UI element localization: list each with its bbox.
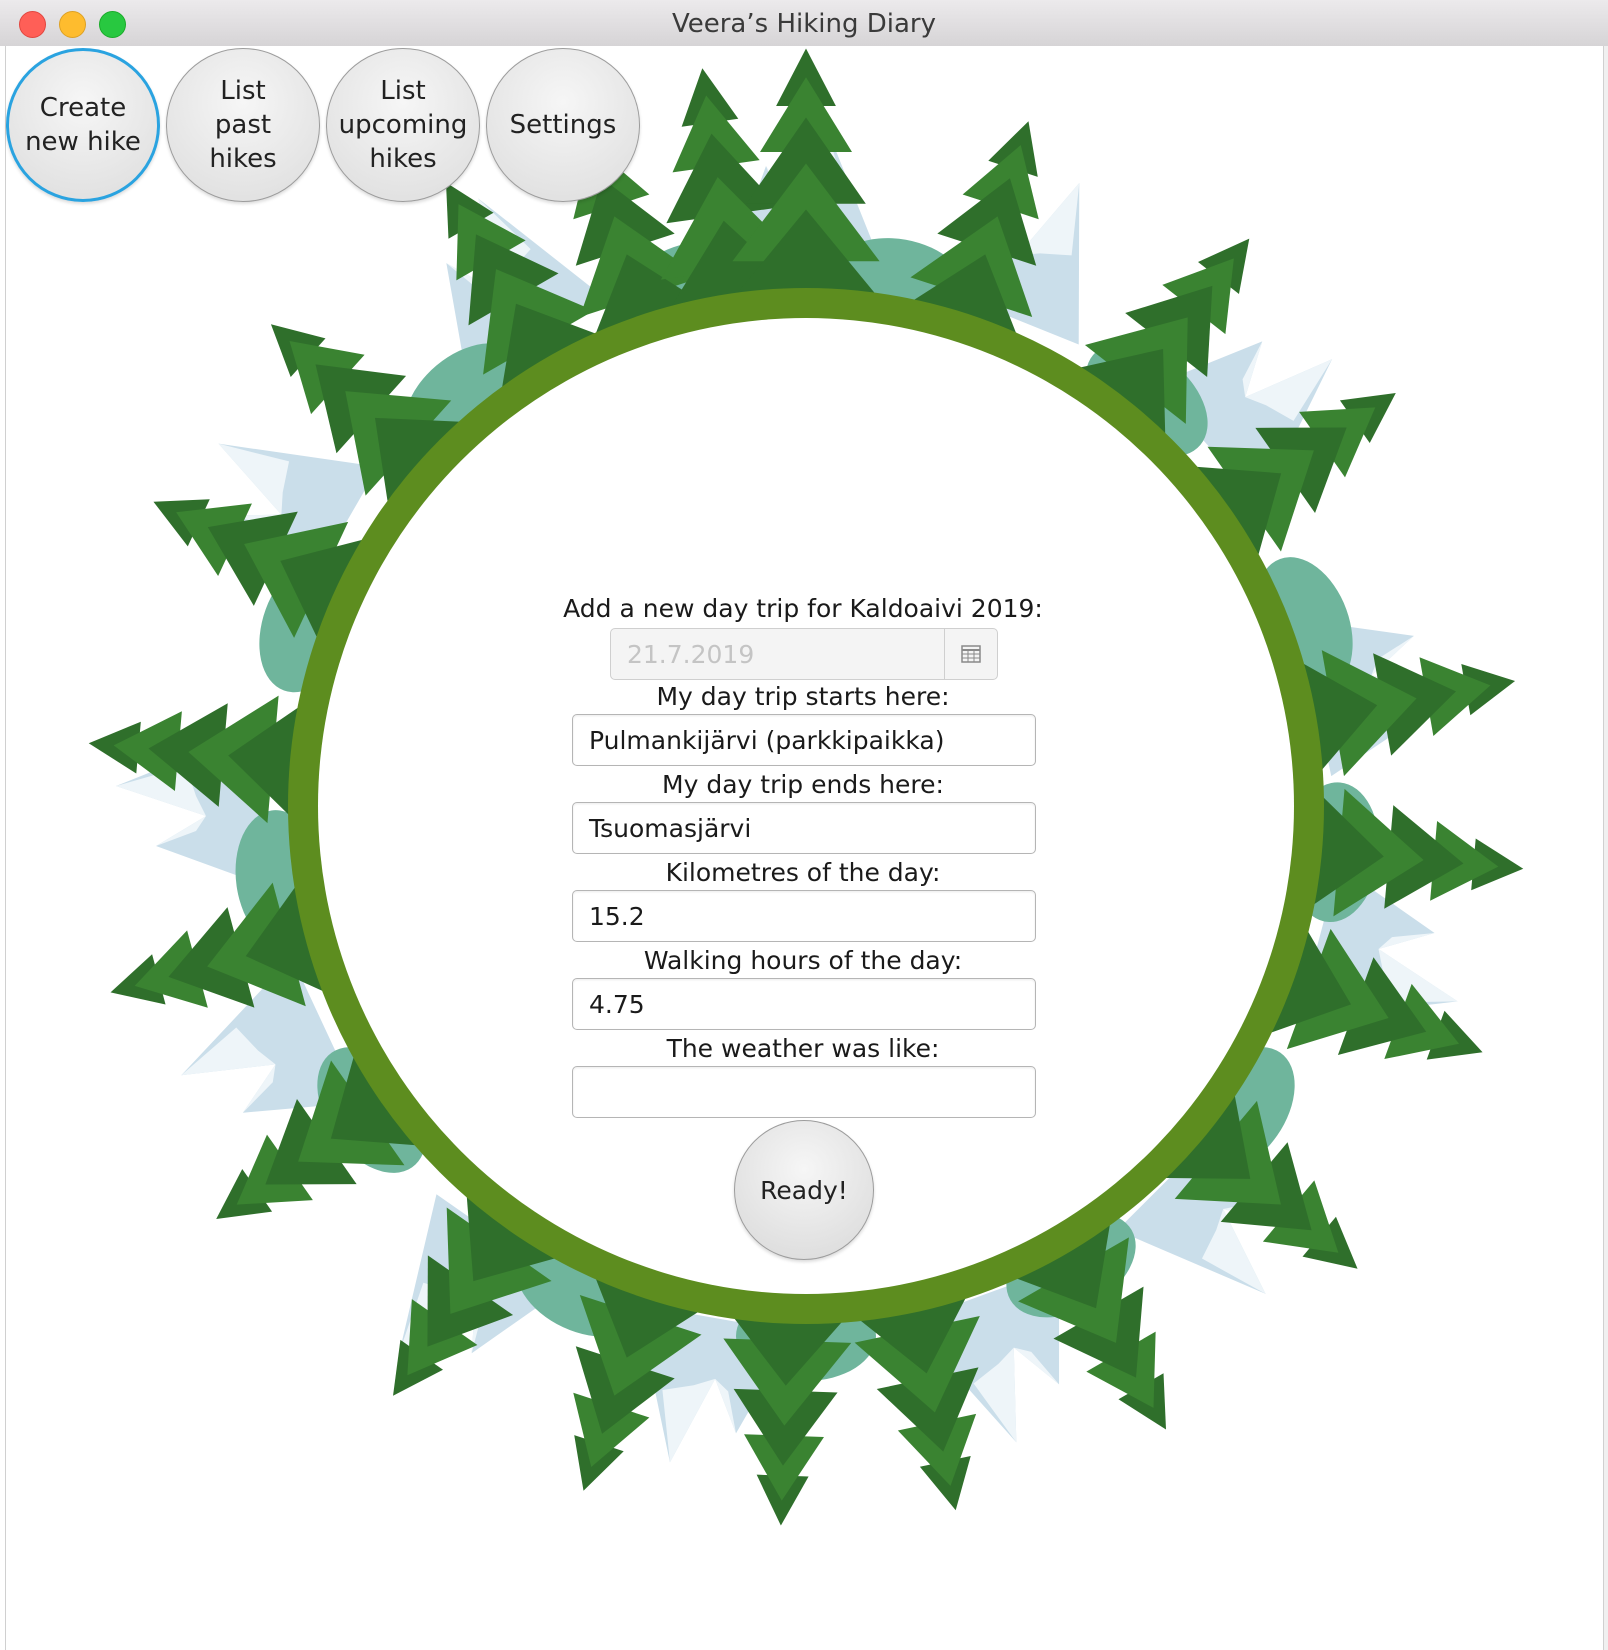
weather-input[interactable]	[572, 1066, 1036, 1118]
list-past-hikes-button[interactable]: List past hikes	[166, 48, 320, 202]
weather-label: The weather was like:	[666, 1034, 940, 1063]
calendar-icon	[961, 645, 981, 663]
form-heading: Add a new day trip for Kaldoaivi 2019:	[563, 594, 1043, 623]
create-new-hike-button[interactable]: Create new hike	[6, 48, 160, 202]
kilometres-label: Kilometres of the day:	[665, 858, 941, 887]
window-title: Veera’s Hiking Diary	[671, 9, 936, 39]
end-label: My day trip ends here:	[662, 770, 944, 799]
title-bar: Veera’s Hiking Diary	[0, 0, 1608, 47]
main-content: Create new hike List past hikes List upc…	[0, 46, 1608, 1650]
hours-input[interactable]: 4.75	[572, 978, 1036, 1030]
list-upcoming-hikes-button[interactable]: List upcoming hikes	[326, 48, 480, 202]
kilometres-input[interactable]: 15.2	[572, 890, 1036, 942]
date-picker[interactable]: 21.7.2019	[610, 628, 998, 680]
ready-button[interactable]: Ready!	[734, 1120, 874, 1260]
date-input[interactable]: 21.7.2019	[611, 629, 944, 679]
hours-label: Walking hours of the day:	[643, 946, 963, 975]
end-location-input[interactable]: Tsuomasjärvi	[572, 802, 1036, 854]
app-window: Veera’s Hiking Diary Create new hike Lis…	[0, 0, 1608, 1650]
start-location-input[interactable]: Pulmankijärvi (parkkipaikka)	[572, 714, 1036, 766]
settings-button[interactable]: Settings	[486, 48, 640, 202]
date-picker-button[interactable]	[944, 629, 997, 679]
start-label: My day trip starts here:	[656, 682, 950, 711]
